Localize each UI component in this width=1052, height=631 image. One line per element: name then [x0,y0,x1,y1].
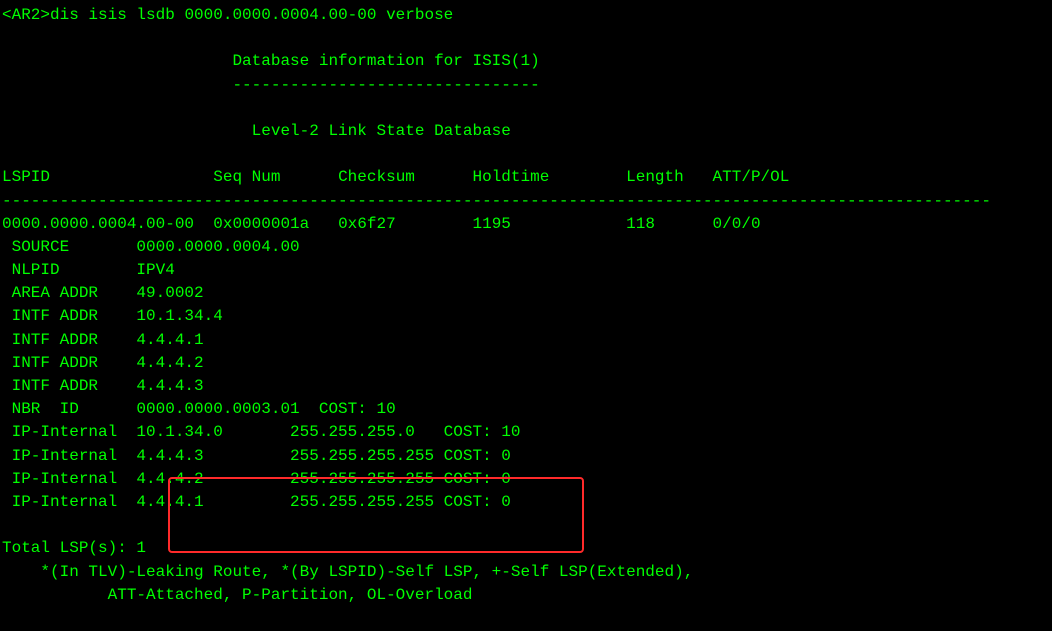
col-length: Length [626,168,684,186]
intf1-value: 10.1.34.4 [136,307,222,325]
level-header: Level-2 Link State Database [252,122,511,140]
ip2-cost: COST: 0 [444,447,511,465]
intf4-label: INTF ADDR [2,377,136,395]
terminal-output[interactable]: <AR2>dis isis lsdb 0000.0000.0004.00-00 … [0,0,1052,611]
rec-length: 118 [626,215,655,233]
intf4-value: 4.4.4.3 [136,377,203,395]
col-holdtime: Holdtime [473,168,550,186]
db-info-header: Database information for ISIS(1) [232,52,539,70]
rec-checksum: 0x6f27 [338,215,396,233]
col-lspid: LSPID [2,168,50,186]
source-label: SOURCE [2,238,136,256]
ip1-net: 10.1.34.0 [136,423,290,441]
host-prompt: <AR2> [2,6,50,24]
footer-note1: *(In TLV)-Leaking Route, *(By LSPID)-Sel… [2,563,693,581]
area-value: 49.0002 [136,284,203,302]
ip1-cost: COST: 10 [444,423,521,441]
nlpid-value: IPV4 [136,261,174,279]
rec-lspid: 0000.0000.0004.00-00 [2,215,194,233]
intf2-value: 4.4.4.1 [136,331,203,349]
ip1-label: IP-Internal [2,423,136,441]
source-value: 0000.0000.0004.00 [136,238,299,256]
ip4-mask: 255.255.255.255 [290,493,444,511]
ip3-cost: COST: 0 [444,470,511,488]
intf1-label: INTF ADDR [2,307,136,325]
rec-attpol: 0/0/0 [713,215,761,233]
area-label: AREA ADDR [2,284,136,302]
intf2-label: INTF ADDR [2,331,136,349]
db-info-underline: -------------------------------- [232,76,539,94]
ip3-net: 4.4.4.2 [136,470,290,488]
ip3-mask: 255.255.255.255 [290,470,444,488]
ip2-label: IP-Internal [2,447,136,465]
nbr-value: 0000.0000.0003.01 COST: 10 [136,400,395,418]
col-seq: Seq Num [213,168,280,186]
separator-line: ----------------------------------------… [2,192,991,210]
total-lsp: Total LSP(s): 1 [2,539,146,557]
ip3-label: IP-Internal [2,470,136,488]
ip4-cost: COST: 0 [444,493,511,511]
intf3-label: INTF ADDR [2,354,136,372]
prompt-line: <AR2>dis isis lsdb 0000.0000.0004.00-00 … [2,6,453,24]
col-attpol: ATT/P/OL [713,168,790,186]
ip4-label: IP-Internal [2,493,136,511]
ip2-net: 4.4.4.3 [136,447,290,465]
ip2-mask: 255.255.255.255 [290,447,444,465]
nlpid-label: NLPID [2,261,136,279]
ip4-net: 4.4.4.1 [136,493,290,511]
footer-note2: ATT-Attached, P-Partition, OL-Overload [2,586,472,604]
intf3-value: 4.4.4.2 [136,354,203,372]
rec-holdtime: 1195 [472,215,510,233]
command-text: dis isis lsdb 0000.0000.0004.00-00 verbo… [50,6,453,24]
nbr-label: NBR ID [2,400,136,418]
ip1-mask: 255.255.255.0 [290,423,444,441]
col-checksum: Checksum [338,168,415,186]
rec-seq: 0x0000001a [213,215,309,233]
